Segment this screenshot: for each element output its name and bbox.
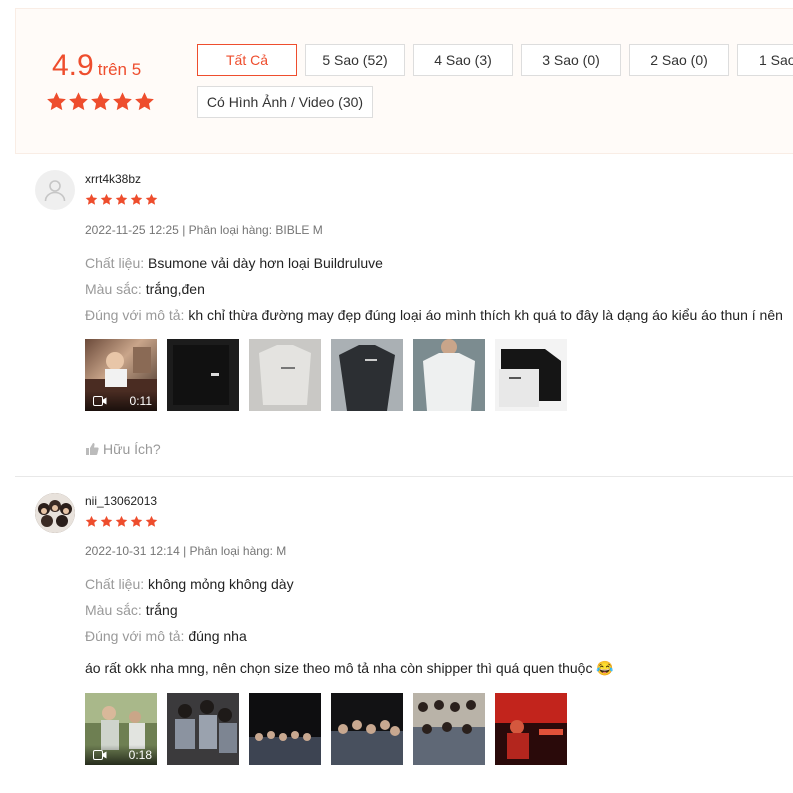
review-comment: áo rất okk nha mng, nên chọn size theo m… — [85, 660, 614, 676]
score-out-of: trên 5 — [97, 60, 142, 79]
avatar[interactable] — [35, 493, 75, 533]
helpful-label: Hữu Ích? — [103, 441, 161, 457]
review-photo-thumbnail[interactable] — [249, 693, 321, 765]
star-icon — [46, 91, 67, 112]
helpful-button[interactable]: Hữu Ích? — [85, 441, 161, 457]
filter-4-star-button[interactable]: 4 Sao (3) — [413, 44, 513, 76]
review-meta: 2022-10-31 12:14 | Phân loại hàng: M — [85, 544, 287, 558]
rating-overview: 4.9 trên 5 Tất Cả 5 Sao (52) 4 Sao (3) 3 … — [15, 8, 793, 154]
filter-all-button[interactable]: Tất Cả — [197, 44, 297, 76]
attribute-key: Đúng với mô tả: — [85, 307, 185, 323]
average-score: 4.9 trên 5 — [52, 49, 141, 83]
star-icon — [100, 193, 113, 206]
attribute-value: trắng,đen — [145, 281, 205, 297]
photo-image — [413, 339, 485, 411]
video-overlay: 0:11 — [85, 391, 157, 411]
review-stars — [85, 193, 158, 206]
photo-image — [249, 339, 321, 411]
star-icon — [112, 91, 133, 112]
star-icon — [68, 91, 89, 112]
filter-1-star-button[interactable]: 1 Sao — [737, 44, 793, 76]
star-icon — [130, 193, 143, 206]
attribute-value: kh chỉ thừa đường may đẹp đúng loại áo m… — [188, 307, 783, 323]
reviewer-username[interactable]: xrrt4k38bz — [85, 172, 141, 186]
reviewer-username[interactable]: nii_13062013 — [85, 494, 157, 508]
video-duration: 0:18 — [128, 748, 152, 762]
attribute-key: Chất liệu: — [85, 576, 145, 592]
attribute-as-described: Đúng với mô tả: đúng nha — [85, 628, 247, 644]
attribute-as-described: Đúng với mô tả: kh chỉ thừa đường may đẹ… — [85, 307, 783, 323]
video-duration: 0:11 — [129, 394, 152, 408]
attribute-key: Màu sắc: — [85, 281, 142, 297]
review-photo-thumbnail[interactable] — [167, 693, 239, 765]
attribute-color: Màu sắc: trắng,đen — [85, 281, 205, 297]
review-photo-thumbnail[interactable] — [413, 339, 485, 411]
star-icon — [115, 193, 128, 206]
thumbs-up-icon — [86, 443, 99, 455]
review-item: nii_13062013 2022-10-31 12:14 | Phân loạ… — [15, 477, 793, 793]
review-stars — [85, 515, 158, 528]
video-camera-icon — [93, 750, 107, 760]
photo-image — [331, 693, 403, 765]
review-video-thumbnail[interactable]: 0:18 — [85, 693, 157, 765]
attribute-value: đúng nha — [188, 628, 247, 644]
review-meta: 2022-11-25 12:25 | Phân loại hàng: BIBLE… — [85, 223, 323, 237]
star-icon — [145, 193, 158, 206]
review-item: xrrt4k38bz 2022-11-25 12:25 | Phân loại … — [15, 154, 793, 477]
video-overlay: 0:18 — [85, 745, 157, 765]
review-photo-thumbnail[interactable] — [249, 339, 321, 411]
filter-2-star-button[interactable]: 2 Sao (0) — [629, 44, 729, 76]
attribute-material: Chất liệu: không mỏng không dày — [85, 576, 294, 592]
attribute-key: Chất liệu: — [85, 255, 145, 271]
attribute-value: không mỏng không dày — [148, 576, 294, 592]
star-icon — [115, 515, 128, 528]
attribute-material: Chất liệu: Bsumone vải dày hơn loại Buil… — [85, 255, 383, 271]
photo-image — [331, 339, 403, 411]
score-value: 4.9 — [52, 49, 94, 82]
attribute-value: Bsumone vải dày hơn loại Buildruluve — [148, 255, 383, 271]
filter-3-star-button[interactable]: 3 Sao (0) — [521, 44, 621, 76]
review-photo-thumbnail[interactable] — [331, 693, 403, 765]
star-icon — [90, 91, 111, 112]
star-icon — [85, 193, 98, 206]
attribute-key: Đúng với mô tả: — [85, 628, 185, 644]
star-icon — [100, 515, 113, 528]
attribute-color: Màu sắc: trắng — [85, 602, 178, 618]
star-icon — [130, 515, 143, 528]
photo-image — [495, 693, 567, 765]
avatar-image — [35, 493, 75, 533]
photo-image — [167, 693, 239, 765]
user-icon — [44, 180, 66, 202]
video-camera-icon — [93, 396, 107, 406]
filter-with-media-button[interactable]: Có Hình Ảnh / Video (30) — [197, 86, 373, 118]
attribute-key: Màu sắc: — [85, 602, 142, 618]
star-icon — [134, 91, 155, 112]
star-icon — [85, 515, 98, 528]
review-photo-thumbnail[interactable] — [495, 693, 567, 765]
photo-image — [167, 339, 239, 411]
star-icon — [145, 515, 158, 528]
review-video-thumbnail[interactable]: 0:11 — [85, 339, 157, 411]
review-photo-thumbnail[interactable] — [413, 693, 485, 765]
review-photo-thumbnail[interactable] — [167, 339, 239, 411]
attribute-value: trắng — [145, 602, 178, 618]
photo-image — [413, 693, 485, 765]
photo-image — [249, 693, 321, 765]
avatar[interactable] — [35, 170, 75, 210]
review-photo-thumbnail[interactable] — [331, 339, 403, 411]
average-stars — [46, 91, 155, 112]
filter-5-star-button[interactable]: 5 Sao (52) — [305, 44, 405, 76]
photo-image — [495, 339, 567, 411]
review-photo-thumbnail[interactable] — [495, 339, 567, 411]
